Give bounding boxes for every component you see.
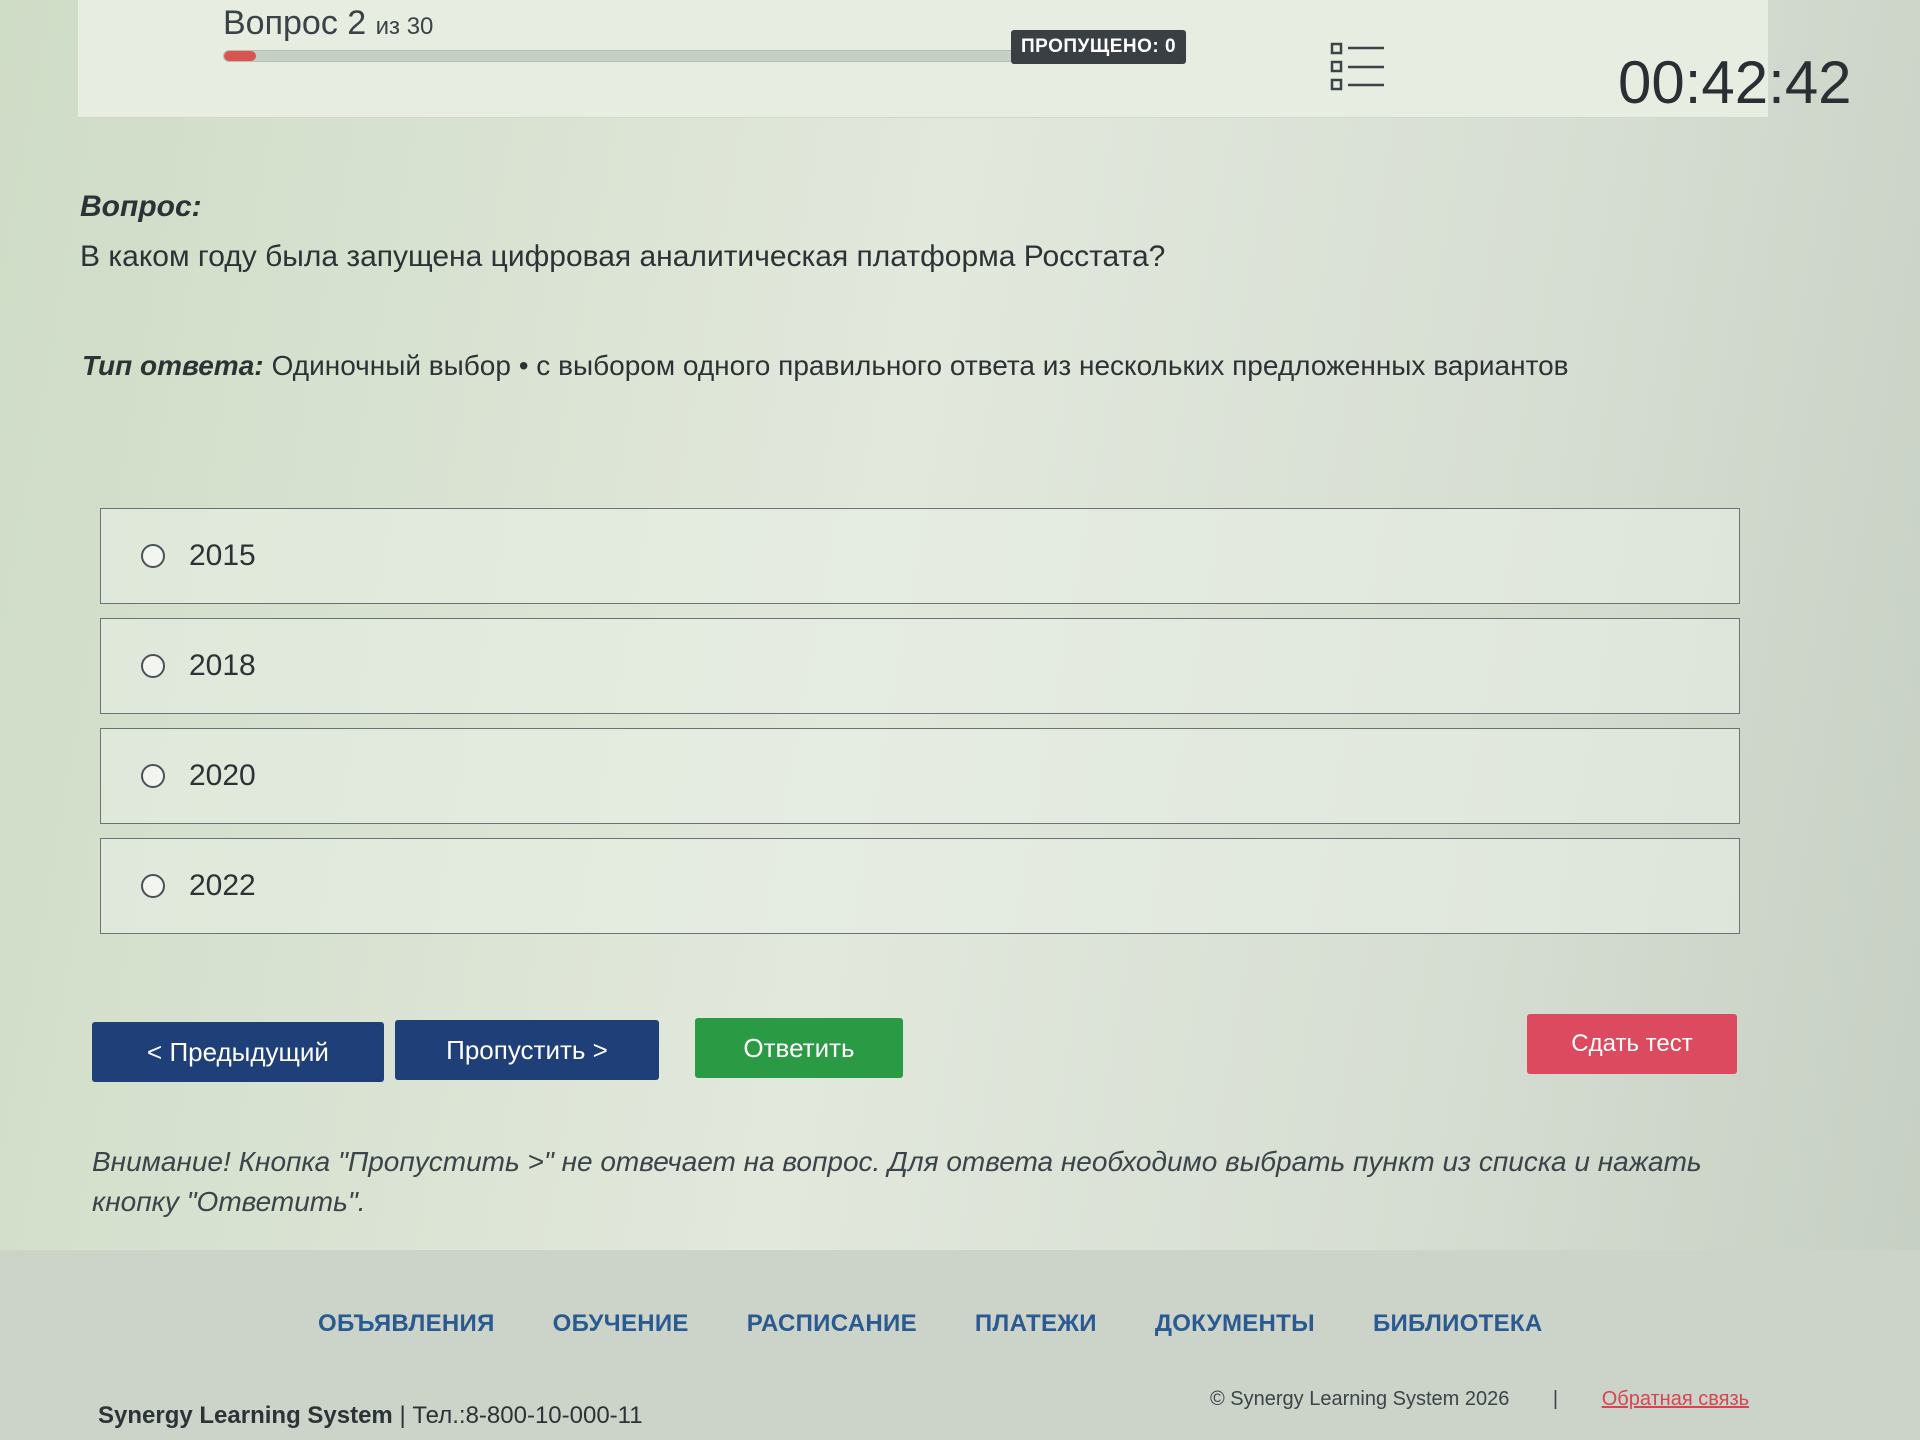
answer-type: Тип ответа: Одиночный выбор • с выбором о… — [82, 350, 1569, 382]
option-label: 2018 — [189, 649, 256, 682]
answer-option[interactable]: 2018 — [100, 618, 1740, 714]
skip-button[interactable]: Пропустить > — [395, 1020, 659, 1080]
footer-link-announcements[interactable]: ОБЪЯВЛЕНИЯ — [318, 1310, 495, 1338]
answer-option[interactable]: 2022 — [100, 838, 1740, 934]
question-number: Вопрос 2 — [223, 4, 367, 42]
quiz-header: Вопрос 2 из 30 ПРОПУЩЕНО: 0 00:42:42 — [78, 0, 1852, 118]
radio-button[interactable] — [141, 654, 165, 678]
footer-nav: ОБЪЯВЛЕНИЯ ОБУЧЕНИЕ РАСПИСАНИЕ ПЛАТЕЖИ Д… — [318, 1310, 1543, 1338]
footer-link-schedule[interactable]: РАСПИСАНИЕ — [747, 1310, 917, 1338]
radio-button[interactable] — [141, 764, 165, 788]
footer-link-payments[interactable]: ПЛАТЕЖИ — [975, 1310, 1097, 1338]
answer-option[interactable]: 2020 — [100, 728, 1740, 824]
answer-option[interactable]: 2015 — [100, 508, 1740, 604]
phone-number: Тел.:8-800-10-000-11 — [412, 1402, 643, 1429]
footer-brand: Synergy Learning System | Тел.:8-800-10-… — [98, 1402, 643, 1430]
footer-separator: | — [1552, 1388, 1559, 1410]
footer-link-learning[interactable]: ОБУЧЕНИЕ — [553, 1310, 689, 1338]
submit-test-button[interactable]: Сдать тест — [1527, 1014, 1737, 1074]
progress-fill — [224, 51, 256, 61]
radio-button[interactable] — [141, 874, 165, 898]
footer: ОБЪЯВЛЕНИЯ ОБУЧЕНИЕ РАСПИСАНИЕ ПЛАТЕЖИ Д… — [0, 1250, 1920, 1440]
answer-button[interactable]: Ответить — [695, 1018, 903, 1078]
warning-text: Внимание! Кнопка "Пропустить >" не отвеч… — [92, 1146, 1702, 1217]
footer-copyright: © Synergy Learning System 2026 | Обратна… — [1210, 1388, 1749, 1411]
footer-separator: | — [399, 1402, 413, 1429]
radio-button[interactable] — [141, 544, 165, 568]
timer: 00:42:42 — [1618, 49, 1852, 116]
question-heading: Вопрос: — [80, 190, 202, 223]
question-total: из 30 — [375, 13, 434, 40]
skipped-badge: ПРОПУЩЕНО: 0 — [1011, 30, 1187, 64]
brand-name: Synergy Learning System — [98, 1402, 393, 1429]
answer-type-label: Тип ответа: — [82, 350, 264, 381]
question-counter: Вопрос 2 из 30 — [223, 4, 433, 43]
footer-link-documents[interactable]: ДОКУМЕНТЫ — [1155, 1310, 1315, 1338]
answer-type-value: Одиночный выбор • с выбором одного прави… — [271, 350, 1569, 381]
copyright-text: © Synergy Learning System 2026 — [1210, 1388, 1510, 1410]
answer-options: 2015 2018 2020 2022 — [100, 508, 1740, 948]
option-label: 2020 — [189, 759, 256, 792]
question-list-icon[interactable] — [1330, 42, 1386, 92]
previous-button[interactable]: < Предыдущий — [92, 1022, 384, 1082]
footer-link-library[interactable]: БИБЛИОТЕКА — [1373, 1310, 1543, 1338]
option-label: 2015 — [189, 539, 256, 572]
option-label: 2022 — [189, 869, 256, 902]
question-text: В каком году была запущена цифровая анал… — [80, 240, 1166, 273]
feedback-link[interactable]: Обратная связь — [1602, 1388, 1749, 1410]
